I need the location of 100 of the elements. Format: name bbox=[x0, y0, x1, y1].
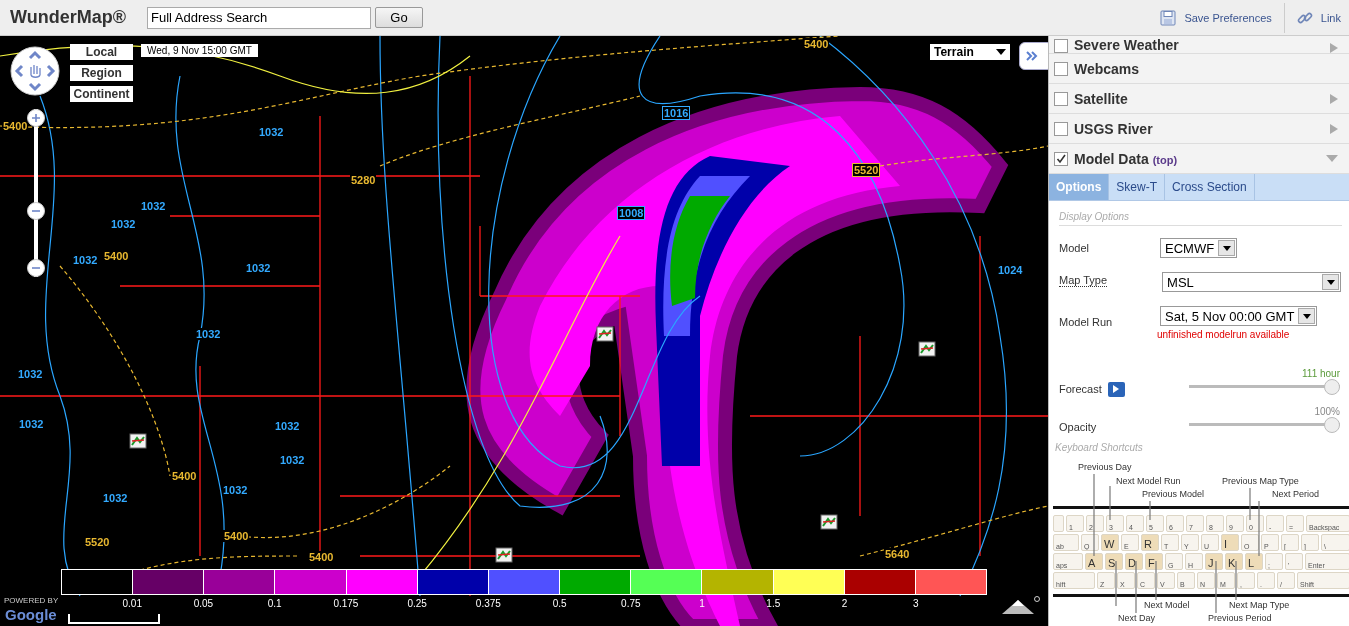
caret-icon bbox=[1222, 245, 1231, 251]
layer-name: Satellite bbox=[1074, 90, 1128, 107]
leader-line bbox=[1215, 560, 1217, 616]
legend-value: 0.01 bbox=[122, 598, 142, 609]
map-marker-icon[interactable] bbox=[596, 325, 614, 343]
slider-thumb[interactable] bbox=[1324, 379, 1340, 395]
chevron-icon bbox=[1026, 51, 1038, 61]
layer-row[interactable]: Severe Weather bbox=[1049, 36, 1349, 54]
leader-line bbox=[1249, 487, 1251, 521]
base-layer-dropdown[interactable]: Terrain bbox=[930, 44, 1010, 60]
legend-value: 0.175 bbox=[333, 598, 359, 609]
checkbox[interactable] bbox=[1054, 121, 1068, 136]
select-field[interactable]: ECMWF bbox=[1160, 238, 1238, 258]
leader-line bbox=[1258, 500, 1260, 557]
contour-label: 5520 bbox=[84, 536, 111, 548]
checkbox[interactable] bbox=[1054, 151, 1068, 166]
contour-label: 1032 bbox=[140, 200, 167, 212]
keyboard-key: L bbox=[1245, 553, 1263, 570]
go-button[interactable]: Go bbox=[375, 7, 423, 28]
keyboard-key: W bbox=[1101, 534, 1119, 551]
contour-label: 1032 bbox=[222, 484, 249, 496]
select-field[interactable]: Sat, 5 Nov 00:00 GMT bbox=[1160, 306, 1318, 326]
map-marker-icon[interactable] bbox=[495, 546, 513, 564]
zoom-in-icon[interactable] bbox=[27, 109, 45, 127]
legend-value: 0.1 bbox=[267, 598, 282, 609]
layer-name: USGS River bbox=[1074, 120, 1153, 137]
legend-value: 0.25 bbox=[407, 598, 427, 609]
contour-label: 5400 bbox=[103, 250, 130, 262]
map-date: Wed, 9 Nov 15:00 GMT bbox=[141, 44, 258, 57]
layer-row[interactable]: USGS River bbox=[1049, 114, 1349, 144]
contour-label: 1024 bbox=[997, 264, 1024, 276]
shortcut-label: Next Model Run bbox=[1116, 476, 1181, 487]
weather-map[interactable] bbox=[0, 36, 1048, 626]
legend-value: 0.75 bbox=[621, 598, 641, 609]
slider-thumb[interactable] bbox=[1324, 417, 1340, 433]
contour-label: 1032 bbox=[17, 368, 44, 380]
tab[interactable]: Skew-T bbox=[1109, 174, 1165, 200]
shortcut-label: Previous Model bbox=[1142, 489, 1205, 500]
pan-control[interactable] bbox=[10, 46, 60, 96]
slider-label: Opacity bbox=[1059, 420, 1097, 433]
keyboard-key: R bbox=[1141, 534, 1159, 551]
contour-label: 5400 bbox=[2, 120, 29, 132]
zoom-out-icon[interactable] bbox=[27, 259, 45, 277]
map-marker-icon[interactable] bbox=[918, 340, 936, 358]
contour-label: 1032 bbox=[195, 328, 222, 340]
shortcut-label: Next Period bbox=[1272, 489, 1320, 500]
contour-label: 1008 bbox=[617, 206, 646, 220]
layer-name: Webcams bbox=[1074, 60, 1140, 77]
contour-label: 1032 bbox=[279, 454, 306, 466]
zoom-handle[interactable] bbox=[27, 202, 45, 220]
layer-row[interactable]: Satellite bbox=[1049, 84, 1349, 114]
select-field[interactable]: MSL bbox=[1162, 272, 1342, 292]
contour-label: 5520 bbox=[852, 163, 881, 177]
legend-value: 1.5 bbox=[766, 598, 781, 609]
action-link[interactable]: Link bbox=[1296, 9, 1341, 26]
shortcut-label: Previous Day bbox=[1078, 462, 1132, 473]
leader-line bbox=[1155, 560, 1157, 603]
section-heading: Display Options bbox=[1059, 211, 1342, 226]
map-marker-icon[interactable] bbox=[129, 432, 147, 450]
legend-value: 2 bbox=[841, 598, 848, 609]
contour-label: 5400 bbox=[171, 470, 198, 482]
tab[interactable]: Cross Section bbox=[1165, 174, 1255, 200]
search-field[interactable]: Full Address Search bbox=[147, 6, 371, 29]
layer-name: Model Data bbox=[1074, 150, 1149, 167]
attribution-caption: POWERED BY bbox=[4, 596, 59, 605]
slider-reading: 100% bbox=[1314, 406, 1340, 417]
contour-label: 1016 bbox=[662, 106, 691, 120]
collapse-panel-button[interactable] bbox=[1019, 42, 1048, 70]
leader-line bbox=[1135, 560, 1137, 616]
keyboard-key: K bbox=[1225, 553, 1243, 570]
zoom-level-button[interactable]: Local bbox=[70, 44, 133, 60]
leader-line bbox=[1235, 560, 1237, 603]
play-icon bbox=[1113, 385, 1120, 393]
shortcut-label: Previous Period bbox=[1208, 613, 1272, 624]
slider-label: Forecast bbox=[1059, 382, 1102, 395]
field-label: Map Type bbox=[1059, 272, 1108, 287]
checkbox[interactable] bbox=[1054, 39, 1068, 53]
action-link[interactable]: Save Preferences bbox=[1160, 9, 1272, 26]
contour-label: 5400 bbox=[308, 551, 335, 563]
zoom-level-button[interactable]: Region bbox=[70, 65, 133, 81]
legend-value: 1 bbox=[699, 598, 705, 609]
attribution-logo[interactable]: Google bbox=[5, 606, 57, 623]
warning-text: unfinished modelrun available bbox=[1157, 329, 1291, 340]
keyboard-key: I bbox=[1221, 534, 1239, 551]
contour-label: 5640 bbox=[884, 548, 911, 560]
caret-icon bbox=[996, 49, 1006, 55]
field-label: Model Run bbox=[1059, 315, 1114, 328]
keyboard-key: F bbox=[1145, 553, 1163, 570]
checkbox[interactable] bbox=[1054, 91, 1068, 106]
layer-row[interactable]: Webcams bbox=[1049, 54, 1349, 84]
zoom-level-button[interactable]: Continent bbox=[70, 86, 133, 102]
shortcut-label: Next Model bbox=[1144, 600, 1190, 611]
mountain-logo-icon[interactable] bbox=[1000, 596, 1040, 616]
leader-line bbox=[1115, 560, 1117, 607]
map-marker-icon[interactable] bbox=[820, 513, 838, 531]
play-button[interactable] bbox=[1107, 381, 1125, 397]
contour-label: 1032 bbox=[258, 126, 285, 138]
layer-tag: (top) bbox=[1152, 151, 1178, 166]
checkbox[interactable] bbox=[1054, 61, 1068, 76]
caret-icon bbox=[1302, 313, 1311, 319]
